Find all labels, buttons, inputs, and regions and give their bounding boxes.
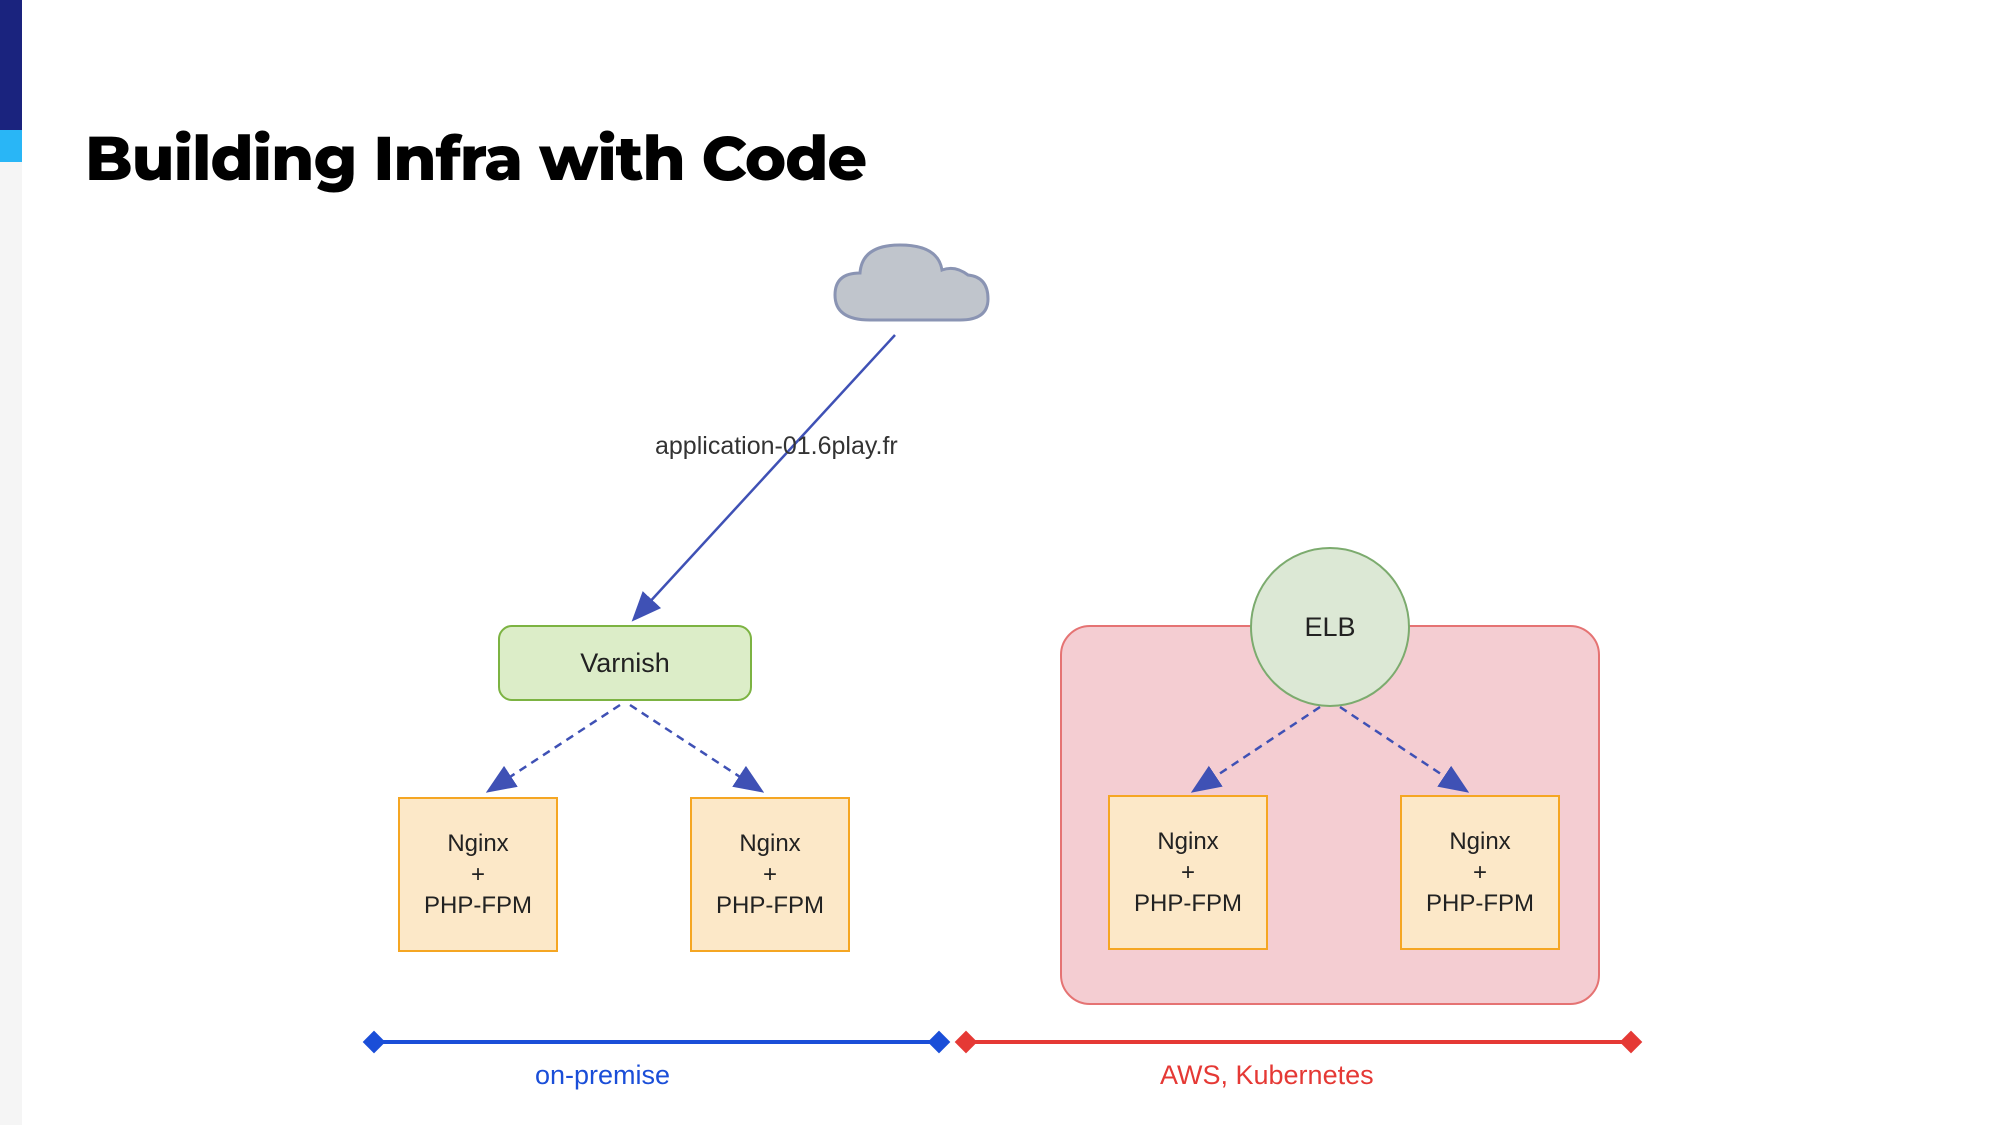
brace-label-onpremise: on-premise: [535, 1060, 670, 1091]
nginx-node-aws-2: Nginx + PHP-FPM: [1400, 795, 1560, 950]
brace-label-aws: AWS, Kubernetes: [1160, 1060, 1374, 1091]
nginx-label: Nginx + PHP-FPM: [1426, 826, 1534, 920]
brace-aws: [966, 1040, 1631, 1044]
brace-onpremise: [374, 1040, 939, 1044]
architecture-diagram: application-01.6play.fr Varnish Nginx + …: [0, 0, 2000, 1125]
arrows-elb-nginx: [0, 0, 2000, 1125]
nginx-node-aws-1: Nginx + PHP-FPM: [1108, 795, 1268, 950]
nginx-label: Nginx + PHP-FPM: [1134, 826, 1242, 920]
